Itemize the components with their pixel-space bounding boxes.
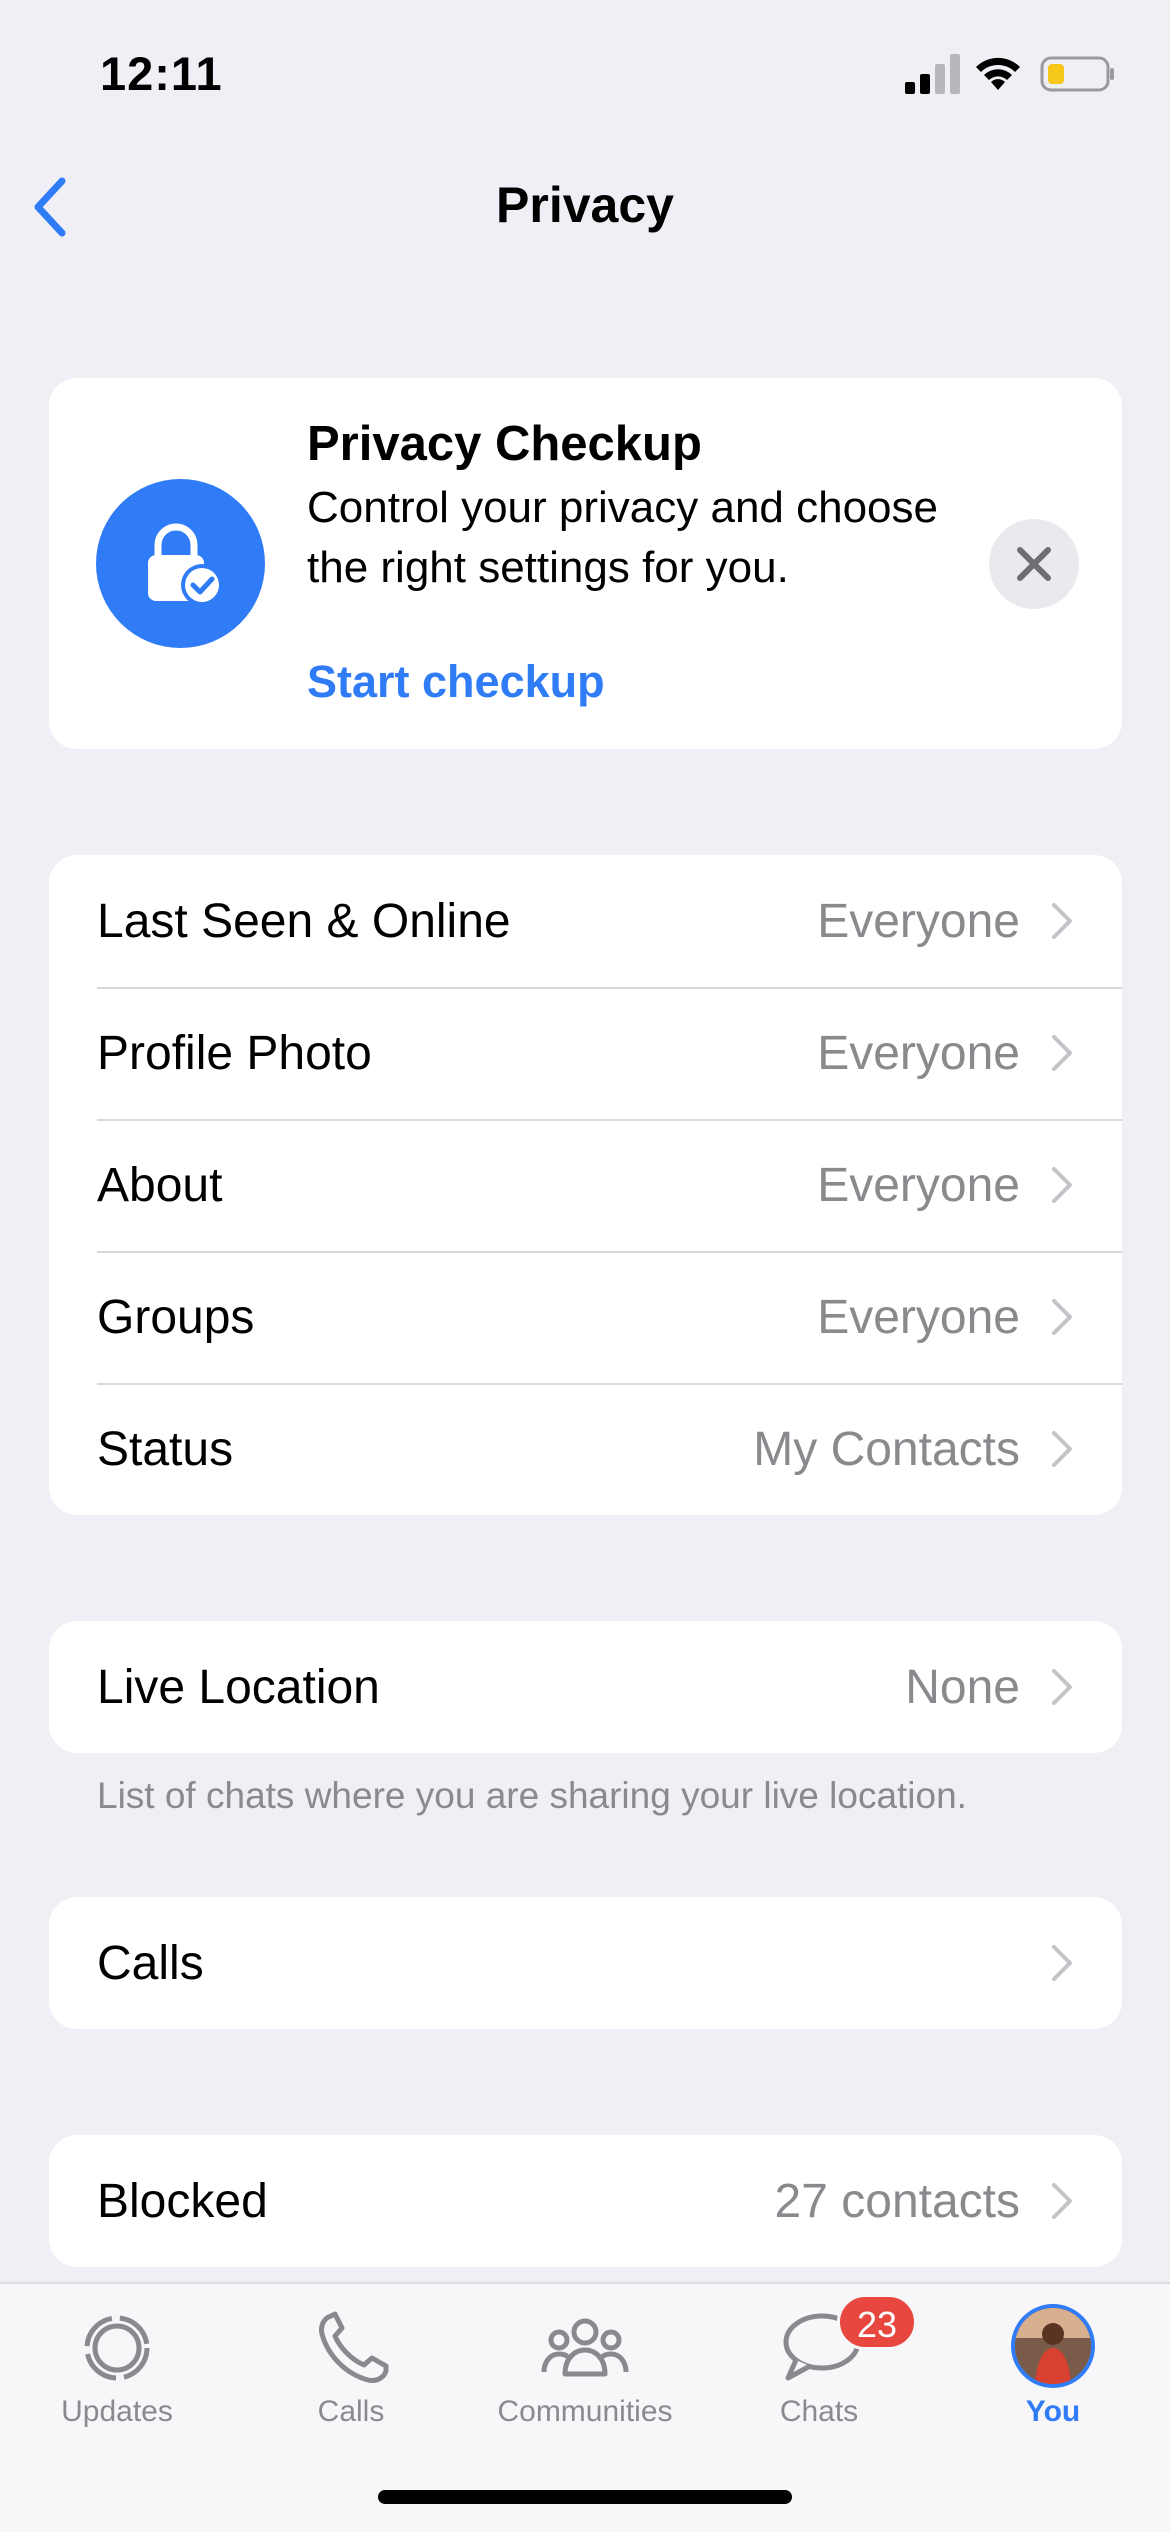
groups-row[interactable]: Groups Everyone (49, 1251, 1122, 1383)
blocked-card: Blocked 27 contacts (49, 2135, 1122, 2267)
battery-icon (1040, 56, 1114, 92)
tab-chats[interactable]: 23 Chats (702, 2284, 936, 2434)
tab-you[interactable]: You (936, 2284, 1170, 2434)
live-location-row[interactable]: Live Location None (49, 1621, 1122, 1753)
start-checkup-link[interactable]: Start checkup (307, 656, 605, 708)
chevron-right-icon (1052, 1035, 1072, 1071)
tab-calls[interactable]: Calls (234, 2284, 468, 2434)
unread-badge: 23 (837, 2294, 917, 2350)
row-value: None (905, 1660, 1020, 1714)
phone-icon (319, 2311, 389, 2383)
tab-label: Chats (779, 2395, 859, 2428)
tab-label: Communities (497, 2395, 673, 2428)
row-value: Everyone (817, 1026, 1020, 1080)
wifi-icon (976, 57, 1020, 90)
last-seen-row[interactable]: Last Seen & Online Everyone (49, 855, 1122, 987)
privacy-screen: 12:11 Privacy Privacy Checkup Control yo… (0, 0, 1170, 2532)
communities-icon (541, 2318, 629, 2377)
chevron-right-icon (1052, 903, 1072, 939)
status-time: 12:11 (100, 47, 223, 100)
row-label: About (97, 1158, 223, 1212)
tab-label: Updates (61, 2395, 173, 2428)
row-value: Everyone (817, 1158, 1020, 1212)
row-value: My Contacts (753, 1422, 1020, 1476)
page-title: Privacy (496, 177, 674, 233)
home-indicator (378, 2490, 792, 2504)
live-location-card: Live Location None (49, 1621, 1122, 1753)
privacy-checkup-description: Control your privacy and choose the righ… (307, 483, 938, 592)
tab-label: Calls (317, 2395, 385, 2428)
privacy-checkup-title: Privacy Checkup (307, 417, 702, 471)
tab-label: You (1025, 2395, 1081, 2428)
visibility-settings-card: Last Seen & Online Everyone Profile Phot… (49, 855, 1122, 1515)
profile-photo-row[interactable]: Profile Photo Everyone (49, 987, 1122, 1119)
status-row[interactable]: Status My Contacts (49, 1383, 1122, 1515)
chevron-right-icon (1052, 1669, 1072, 1705)
chevron-right-icon (1052, 1431, 1072, 1467)
row-label: Profile Photo (97, 1026, 372, 1080)
row-label: Calls (97, 1936, 204, 1990)
chevron-right-icon (1052, 1299, 1072, 1335)
calls-row[interactable]: Calls (49, 1897, 1122, 2029)
chevron-right-icon (1052, 1167, 1072, 1203)
calls-card: Calls (49, 1897, 1122, 2029)
tab-updates[interactable]: Updates (0, 2284, 234, 2434)
privacy-checkup-card: Privacy Checkup Control your privacy and… (49, 378, 1122, 749)
updates-icon (84, 2315, 150, 2381)
chevron-right-icon (1052, 1945, 1072, 1981)
avatar (1011, 2304, 1095, 2388)
cellular-signal-icon (905, 54, 960, 94)
row-value: Everyone (817, 1290, 1020, 1344)
close-checkup-button[interactable] (989, 519, 1079, 609)
row-label: Groups (97, 1290, 255, 1344)
blocked-row[interactable]: Blocked 27 contacts (49, 2135, 1122, 2267)
row-label: Blocked (97, 2174, 268, 2228)
close-icon (1017, 547, 1051, 581)
chevron-right-icon (1052, 2183, 1072, 2219)
live-location-footnote: List of chats where you are sharing your… (97, 1775, 967, 1816)
status-bar: 12:11 (0, 0, 1170, 150)
about-row[interactable]: About Everyone (49, 1119, 1122, 1251)
row-label: Last Seen & Online (97, 894, 511, 948)
row-label: Status (97, 1422, 234, 1476)
row-value: 27 contacts (774, 2174, 1020, 2228)
tab-communities[interactable]: Communities (468, 2284, 702, 2434)
lock-check-icon (96, 479, 265, 648)
row-value: Everyone (817, 894, 1020, 948)
row-label: Live Location (97, 1660, 380, 1714)
